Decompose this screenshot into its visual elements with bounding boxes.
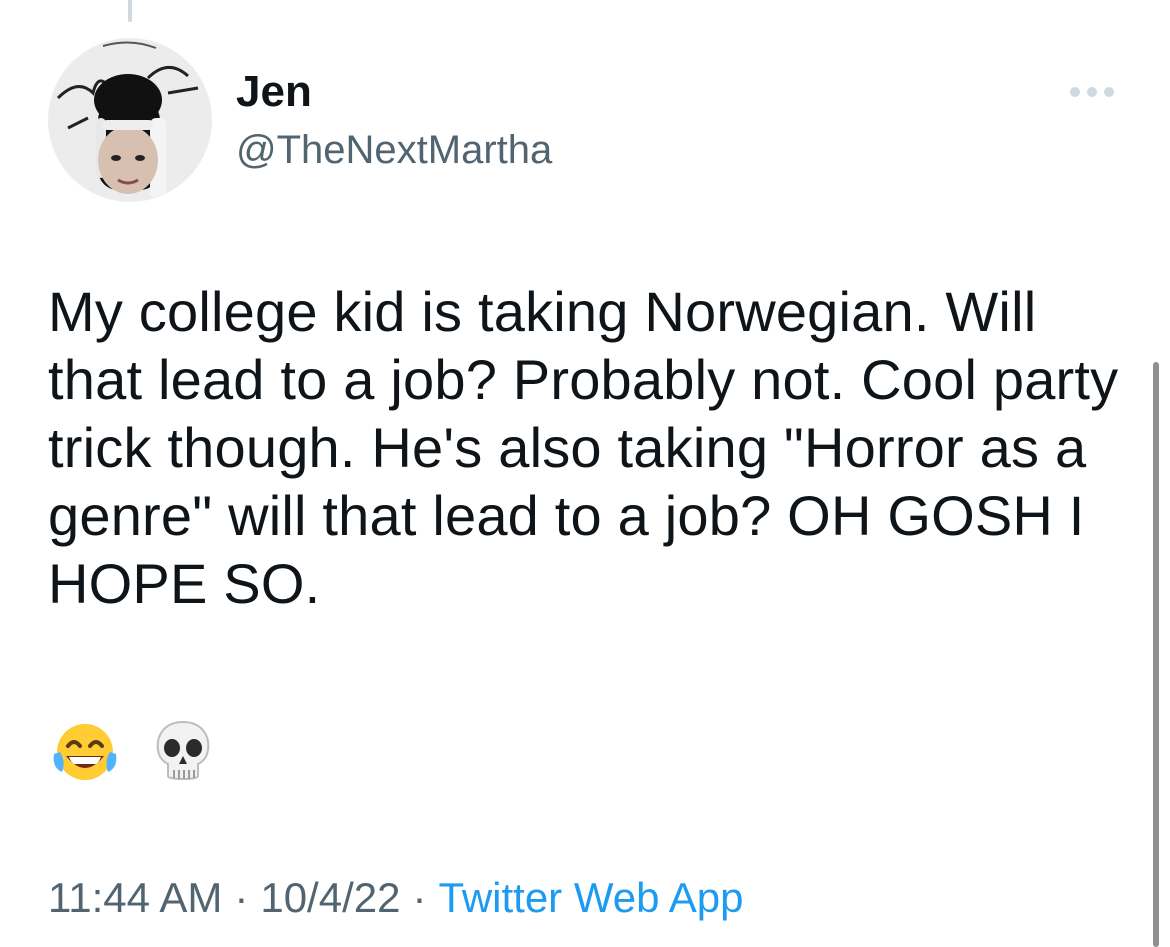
author-display-name[interactable]: Jen [236, 66, 312, 118]
more-options-button[interactable] [1062, 72, 1122, 112]
author-avatar[interactable] [48, 38, 212, 202]
separator-dot: · [412, 874, 427, 921]
scrollbar-thumb[interactable] [1153, 362, 1159, 947]
more-horizontal-icon [1070, 87, 1114, 97]
tweet-metadata: 11:44 AM · 10/4/22 · Twitter Web App [48, 870, 744, 926]
skull-icon [148, 716, 218, 786]
tweet-time[interactable]: 11:44 AM [48, 874, 222, 921]
tweet-source-link[interactable]: Twitter Web App [438, 874, 743, 921]
emoji-row [50, 716, 218, 786]
thread-connector-line [128, 0, 132, 22]
tweet-text: My college kid is taking Norwegian. Will… [48, 280, 1119, 615]
face-with-tears-of-joy-icon [50, 716, 120, 786]
separator-dot: · [234, 874, 249, 921]
author-handle[interactable]: @TheNextMartha [236, 126, 552, 174]
avatar-image [48, 38, 212, 202]
tweet-date[interactable]: 10/4/22 [260, 874, 400, 921]
